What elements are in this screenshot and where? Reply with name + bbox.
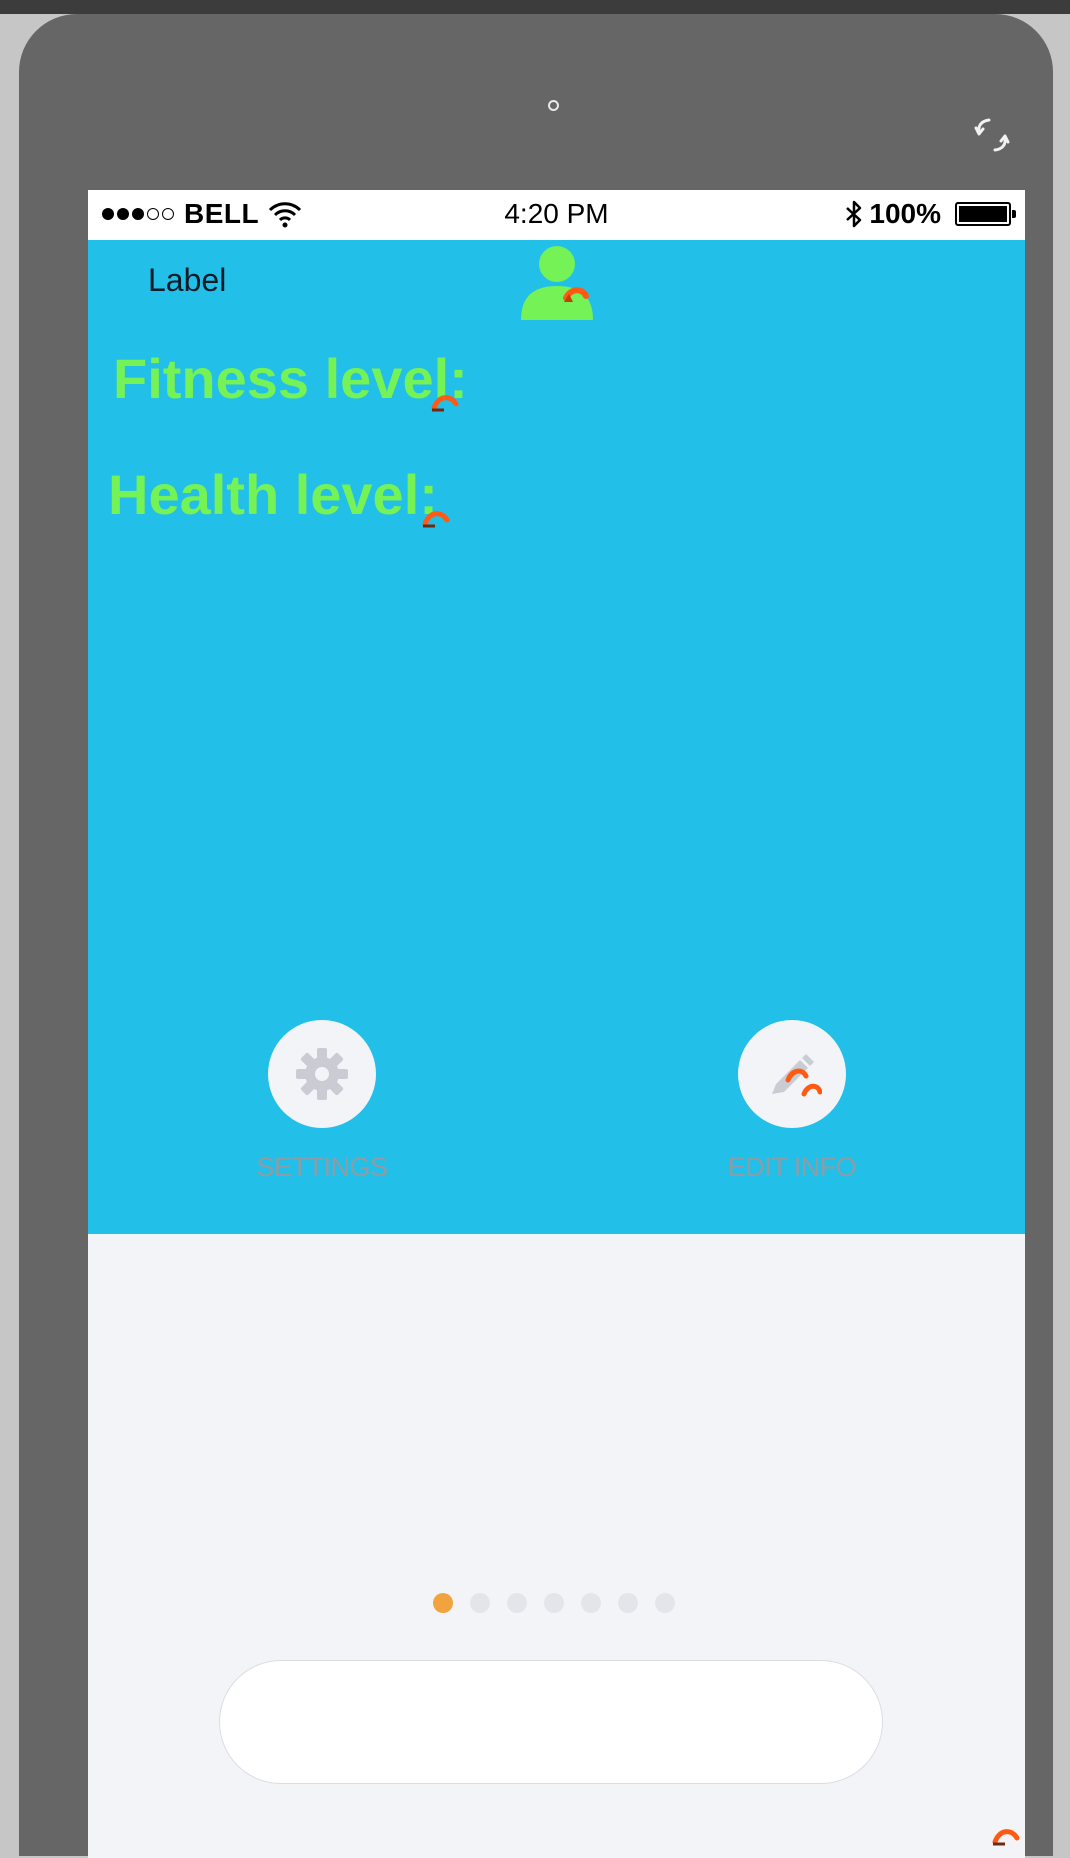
profile-panel: Label Fitness level: Health level: SETTI… [88,240,1025,1234]
settings-button-label: SETTINGS [256,1152,388,1182]
gear-icon [296,1048,348,1100]
status-bar: BELL 4:20 PM 100% [88,190,1025,240]
device-frame: BELL 4:20 PM 100% Label Fitness level: H… [19,14,1053,1858]
link-marker-icon [431,395,459,412]
pencil-icon [772,1054,822,1097]
battery-percentage: 100% [869,198,941,229]
settings-icon-circle[interactable] [268,1020,376,1128]
bottom-pill-button[interactable] [219,1660,883,1784]
edit-icon-circle[interactable] [738,1020,846,1128]
bluetooth-icon [846,200,862,228]
user-icon[interactable] [519,242,599,322]
health-level-label: Health level: [108,463,438,526]
page-dot-3[interactable] [507,1593,527,1613]
page-indicator[interactable] [433,1593,675,1613]
phone-screen: BELL 4:20 PM 100% Label Fitness level: H… [88,190,1025,1858]
header-label: Label [148,262,227,298]
page-dot-2[interactable] [470,1593,490,1613]
link-marker-icon [422,511,450,528]
page-dot-6[interactable] [618,1593,638,1613]
battery-icon [955,202,1016,226]
edit-info-button[interactable]: EDIT INFO [692,1020,892,1183]
fitness-level-label: Fitness level: [113,347,468,410]
page-dot-1[interactable] [433,1593,453,1613]
settings-button[interactable]: SETTINGS [222,1020,422,1183]
page-dot-4[interactable] [544,1593,564,1613]
window-top-bar [0,0,1070,14]
page-dot-5[interactable] [581,1593,601,1613]
link-marker-icon [992,1829,1020,1846]
camera-icon [548,100,559,111]
rotate-device-icon[interactable] [969,112,1015,158]
page-dot-7[interactable] [655,1593,675,1613]
edit-info-button-label: EDIT INFO [727,1152,857,1182]
